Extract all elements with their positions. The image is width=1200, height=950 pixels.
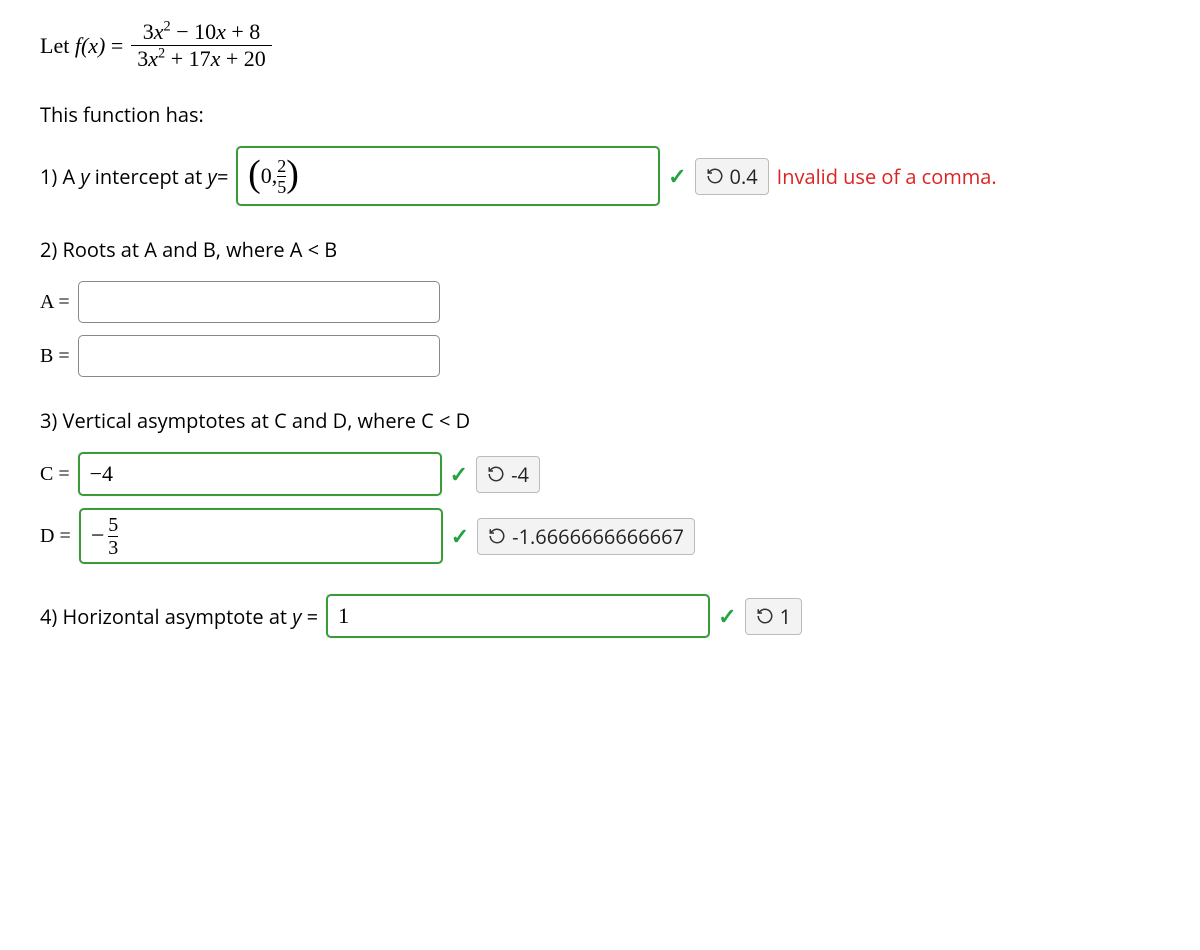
q3-group: C = −4 ✓ -4 D = − 5 3 ✓ -1.6666666666667 (40, 452, 1160, 564)
q3-C-row: C = −4 ✓ -4 (40, 452, 1160, 496)
q4-retry-badge[interactable]: 1 (745, 598, 802, 635)
q2-B-row: B = (40, 335, 1160, 377)
q3-D-badge-value: -1.6666666666667 (512, 523, 684, 550)
q1-fraction: 2 5 (277, 157, 286, 196)
q1-input[interactable]: ( 0 , 2 5 ) (236, 146, 660, 206)
q1-row: 1) A y intercept at y= ( 0 , 2 5 ) ✓ 0.4… (40, 146, 1160, 206)
check-icon: ✓ (451, 521, 469, 551)
q2-label: 2) Roots at A and B, where A < B (40, 236, 1160, 263)
q2-B-input[interactable] (78, 335, 440, 377)
retry-icon (756, 607, 774, 625)
q4-row: 4) Horizontal asymptote at y = 1 ✓ 1 (40, 594, 1160, 638)
check-icon: ✓ (668, 161, 686, 191)
D-label: D = (40, 525, 71, 548)
fx: f(x) (75, 33, 106, 58)
q3-C-value: −4 (90, 461, 113, 487)
q1-badge-value: 0.4 (730, 163, 758, 190)
q2-group: A = B = (40, 281, 1160, 377)
q3-D-input[interactable]: − 5 3 (79, 508, 443, 564)
A-label: A = (40, 291, 70, 314)
q3-D-fraction: 5 3 (108, 515, 118, 558)
check-icon: ✓ (718, 601, 736, 631)
equals: = (111, 33, 123, 58)
function-definition: Let f(x) = 3x2 − 10x + 8 3x2 + 17x + 20 (40, 20, 1160, 71)
q4-value: 1 (338, 603, 349, 629)
let-text: Let (40, 33, 75, 58)
q4-badge-value: 1 (780, 603, 791, 630)
retry-icon (706, 167, 724, 185)
retry-icon (487, 465, 505, 483)
q2-A-row: A = (40, 281, 1160, 323)
q1-error: Invalid use of a comma. (777, 163, 997, 190)
q4-label: 4) Horizontal asymptote at y = (40, 603, 318, 630)
q3-C-badge-value: -4 (511, 461, 529, 488)
retry-icon (488, 527, 506, 545)
q3-D-retry-badge[interactable]: -1.6666666666667 (477, 518, 695, 555)
rational-fraction: 3x2 − 10x + 8 3x2 + 17x + 20 (131, 20, 272, 71)
C-label: C = (40, 463, 70, 486)
q1-retry-badge[interactable]: 0.4 (695, 158, 769, 195)
q4-input[interactable]: 1 (326, 594, 710, 638)
q3-D-row: D = − 5 3 ✓ -1.6666666666667 (40, 508, 1160, 564)
intro-text: This function has: (40, 101, 1160, 128)
q3-C-retry-badge[interactable]: -4 (476, 456, 540, 493)
B-label: B = (40, 345, 70, 368)
check-icon: ✓ (450, 459, 468, 489)
q3-label: 3) Vertical asymptotes at C and D, where… (40, 407, 1160, 434)
q1-label: 1) A y intercept at y= (40, 163, 228, 190)
q3-C-input[interactable]: −4 (78, 452, 442, 496)
q2-A-input[interactable] (78, 281, 440, 323)
